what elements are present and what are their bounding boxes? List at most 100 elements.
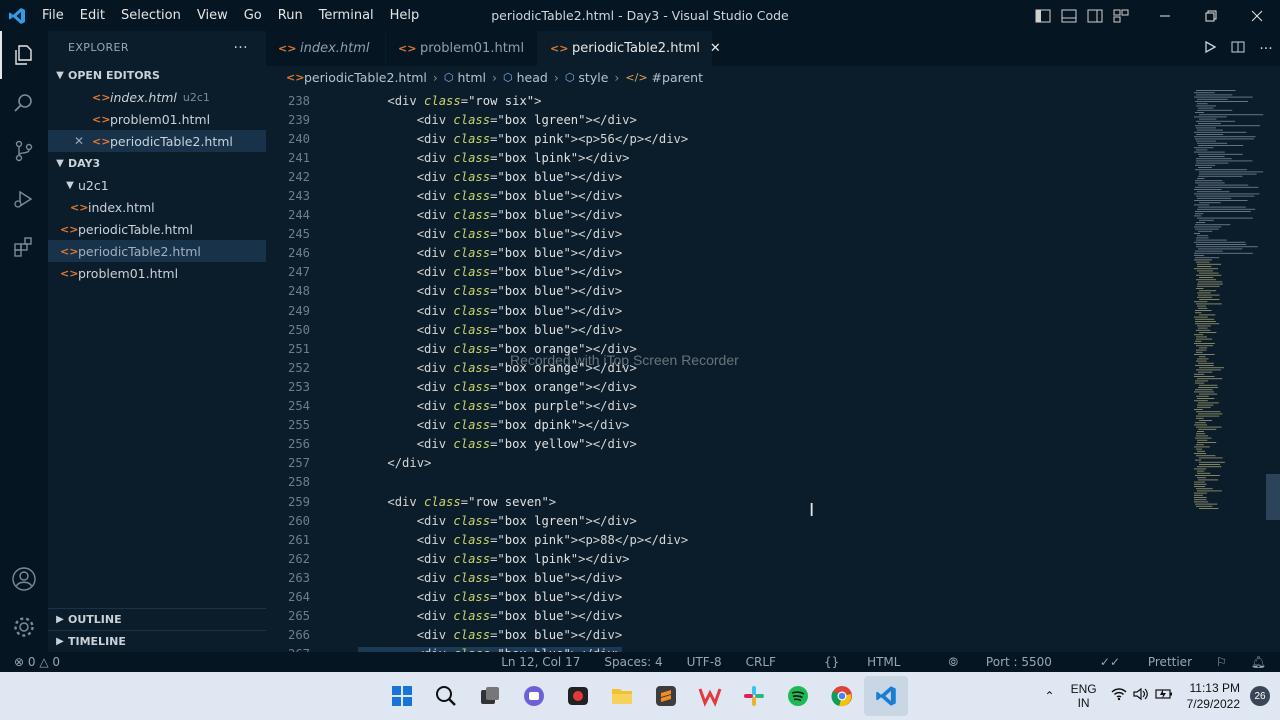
file-item[interactable]: <> periodicTable.html <box>48 218 266 240</box>
wifi-icon[interactable] <box>1111 687 1127 706</box>
run-icon[interactable] <box>1196 40 1224 57</box>
split-editor-icon[interactable] <box>1224 41 1252 57</box>
string-token: "box blue" <box>497 628 571 643</box>
menu-view[interactable]: View <box>189 0 236 31</box>
notifications-bell-icon[interactable]: 🔔︎ <box>1251 655 1266 669</box>
open-editor-item-active[interactable]: ✕ <> periodicTable2.html <box>48 130 266 152</box>
menu-terminal[interactable]: Terminal <box>311 0 382 31</box>
battery-icon[interactable] <box>1155 687 1173 706</box>
breadcrumb-head[interactable]: ⬡ head <box>503 70 548 85</box>
code-content: <div class="box blue"></div> <box>358 265 622 279</box>
breadcrumb-style[interactable]: ⬡ style <box>565 70 609 85</box>
more-actions-icon[interactable]: ··· <box>1252 41 1280 57</box>
timeline-section[interactable]: ▶ TIMELINE <box>48 630 266 652</box>
menu-run[interactable]: Run <box>270 0 311 31</box>
menu-selection[interactable]: Selection <box>113 0 189 31</box>
breadcrumb-selector[interactable]: </> #parent <box>625 70 703 85</box>
notification-badge[interactable]: 26 <box>1250 686 1270 706</box>
close-tab-icon[interactable]: ✕ <box>710 41 721 56</box>
task-view-icon[interactable] <box>468 676 512 716</box>
open-editors-section[interactable]: ▼ OPEN EDITORS <box>48 64 266 86</box>
minimap-line <box>1197 439 1208 441</box>
vertical-scrollbar[interactable] <box>1266 88 1280 652</box>
sublime-text-icon[interactable] <box>644 676 688 716</box>
toggle-panel-icon[interactable] <box>1058 0 1080 31</box>
code-line: 259 <div class="row seven"> <box>266 492 1190 511</box>
open-editor-label: index.html <box>110 89 177 105</box>
accounts-icon[interactable] <box>0 555 48 603</box>
minimap-line <box>1194 252 1253 254</box>
slack-icon[interactable] <box>732 676 776 716</box>
menu-edit[interactable]: Edit <box>72 0 113 31</box>
open-editor-item[interactable]: <> problem01.html <box>48 108 266 130</box>
file-explorer-icon[interactable] <box>600 676 644 716</box>
html-file-icon: <> <box>92 112 111 126</box>
toggle-secondary-sidebar-icon[interactable] <box>1084 0 1106 31</box>
toggle-primary-sidebar-icon[interactable] <box>1032 0 1054 31</box>
folder-u2c1[interactable]: ▼ u2c1 <box>48 174 266 196</box>
menu-file[interactable]: File <box>34 0 72 31</box>
restore-button[interactable] <box>1188 0 1234 31</box>
scrollbar-thumb[interactable] <box>1266 474 1280 520</box>
file-item-active[interactable]: <> periodicTable2.html <box>48 240 266 262</box>
menu-go[interactable]: Go <box>236 0 270 31</box>
search-icon[interactable] <box>0 79 48 127</box>
wps-office-icon[interactable] <box>688 676 732 716</box>
vscode-taskbar-icon[interactable] <box>864 676 908 716</box>
language-mode[interactable]: {} HTML <box>800 655 901 669</box>
menu-help[interactable]: Help <box>382 0 428 31</box>
tab-periodictable2[interactable]: <> periodicTable2.html ✕ <box>538 31 721 66</box>
end-of-line[interactable]: CRLF <box>746 655 776 669</box>
text-cursor-icon: I <box>809 500 815 521</box>
close-icon[interactable]: ✕ <box>74 134 92 148</box>
chrome-icon[interactable] <box>820 676 864 716</box>
volume-icon[interactable] <box>1133 687 1149 706</box>
teams-chat-icon[interactable] <box>512 676 556 716</box>
problems-indicator[interactable]: ⊗ 0 △ 0 <box>14 655 60 669</box>
minimap-line <box>1195 389 1213 391</box>
tag-token: <div <box>416 169 454 184</box>
live-server-port[interactable]: ⦾ Port : 5500 <box>924 655 1051 670</box>
day3-folder-section[interactable]: ▼ DAY3 <box>48 152 266 174</box>
more-actions-icon[interactable]: ··· <box>233 40 248 56</box>
minimize-button[interactable] <box>1142 0 1188 31</box>
feedback-icon[interactable]: ⚐ <box>1216 655 1227 669</box>
screen-recorder-icon[interactable] <box>556 676 600 716</box>
show-hidden-icons-icon[interactable]: ⌃ <box>1045 689 1055 703</box>
customize-layout-icon[interactable] <box>1110 0 1132 31</box>
open-editor-item[interactable]: <> index.html u2c1 <box>48 86 266 108</box>
code-line: 245 <div class="box blue"></div> <box>266 225 1190 244</box>
close-window-button[interactable] <box>1234 0 1280 31</box>
tab-problem01[interactable]: <> problem01.html <box>386 31 538 66</box>
line-number: 263 <box>287 570 310 585</box>
settings-gear-icon[interactable] <box>0 603 48 651</box>
spotify-icon[interactable] <box>776 676 820 716</box>
minimap-line <box>1196 134 1224 135</box>
run-debug-icon[interactable] <box>0 175 48 223</box>
outline-section[interactable]: ▶ OUTLINE <box>48 608 266 630</box>
extensions-icon[interactable] <box>0 223 48 271</box>
cursor-position[interactable]: Ln 12, Col 17 <box>501 655 580 669</box>
minimap-line <box>1197 398 1215 399</box>
line-number: 265 <box>287 609 310 624</box>
language-indicator[interactable]: ENG IN <box>1071 682 1097 710</box>
minimap-line <box>1195 422 1206 424</box>
code-editor[interactable]: 238 <div class="row six"> 239 <div class=… <box>266 91 1190 652</box>
prettier-status[interactable]: ✓✓ Prettier <box>1076 655 1192 669</box>
breadcrumb-html[interactable]: ⬡ html <box>444 70 486 85</box>
minimap-line <box>1198 479 1219 481</box>
explorer-icon[interactable] <box>0 31 48 79</box>
windows-start-icon[interactable] <box>380 676 424 716</box>
tab-index[interactable]: <> index.html <box>266 31 386 66</box>
file-item[interactable]: <> problem01.html <box>48 262 266 284</box>
minimap-line <box>1198 428 1217 430</box>
file-item[interactable]: <> index.html <box>48 196 266 218</box>
code-content: <div class="row seven"> <box>358 495 556 509</box>
indentation[interactable]: Spaces: 4 <box>604 655 662 669</box>
minimap[interactable] <box>1190 88 1266 652</box>
breadcrumb-file[interactable]: <> periodicTable2.html <box>286 70 427 85</box>
encoding[interactable]: UTF-8 <box>687 655 722 669</box>
source-control-icon[interactable] <box>0 127 48 175</box>
clock[interactable]: 11:13 PM 7/29/2022 <box>1187 680 1240 712</box>
search-icon[interactable] <box>424 676 468 716</box>
